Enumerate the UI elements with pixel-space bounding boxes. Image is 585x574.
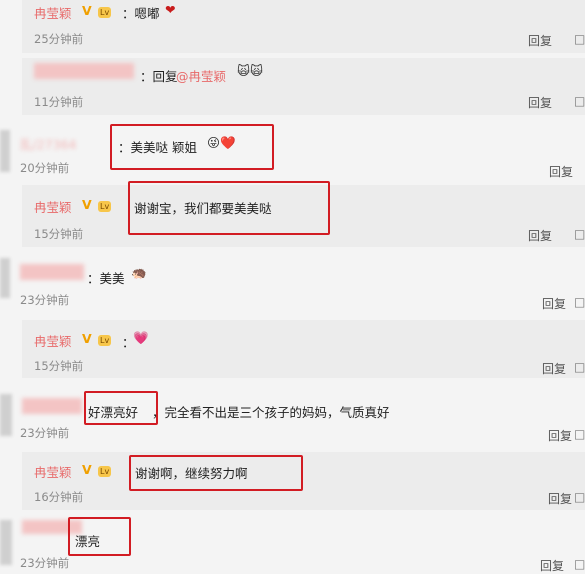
side-mark: □: [574, 295, 585, 309]
comment-time: 20分钟前: [20, 161, 70, 175]
comment-time: 25分钟前: [34, 32, 84, 46]
comment-text: ：嗯嘟: [122, 6, 160, 21]
verified-badge-icon: V: [82, 462, 92, 477]
heart-emoji-icon: 💗: [133, 330, 149, 345]
highlight-box: [129, 455, 303, 491]
avatar[interactable]: [0, 258, 10, 298]
comment-text: ：回复: [140, 69, 178, 84]
avatar[interactable]: [0, 130, 10, 172]
reply-button[interactable]: 回复: [542, 360, 566, 377]
verified-badge-icon: V: [82, 197, 92, 212]
comment-time: 15分钟前: [34, 359, 84, 373]
mention-link[interactable]: @冉莹颖: [176, 66, 226, 85]
comment-username[interactable]: 冉莹颖: [34, 3, 72, 22]
level-badge-icon: Lv: [98, 7, 112, 18]
highlight-box: [84, 391, 158, 425]
comment-username[interactable]: 冉莹颖: [34, 197, 72, 216]
comment-time: 15分钟前: [34, 227, 84, 241]
level-badge-icon: Lv: [98, 201, 112, 212]
side-mark: □: [574, 94, 585, 108]
side-mark: □: [574, 32, 585, 46]
reply-button[interactable]: 回复: [528, 227, 552, 244]
side-mark: □: [574, 427, 585, 441]
level-badge-icon: Lv: [98, 466, 112, 477]
reply-box: [22, 320, 585, 378]
comment-username[interactable]: 乱/27364: [20, 134, 76, 153]
reply-button[interactable]: 回复: [528, 94, 552, 111]
sticker-emoji-icon: 🦔: [131, 265, 147, 280]
avatar[interactable]: [0, 394, 12, 436]
comment-time: 23分钟前: [20, 556, 70, 570]
reply-box: [22, 452, 585, 510]
comment-username[interactable]: 冉莹颖: [34, 462, 72, 481]
side-mark: □: [574, 557, 585, 571]
side-mark: □: [574, 490, 585, 504]
side-mark: □: [574, 227, 585, 241]
highlight-box: [110, 124, 274, 170]
comment-username[interactable]: [34, 63, 134, 79]
reply-button[interactable]: 回复: [548, 427, 572, 444]
reply-button[interactable]: 回复: [540, 557, 564, 574]
comment-text: ，完全看不出是三个孩子的妈妈，气质真好: [152, 405, 390, 420]
verified-badge-icon: V: [82, 3, 92, 18]
scared-emoji-icon: 🙀🙀: [237, 63, 264, 78]
comment-text: ：美美: [87, 271, 125, 286]
comment-time: 23分钟前: [20, 426, 70, 440]
reply-button[interactable]: 回复: [542, 295, 566, 312]
comment-time: 11分钟前: [34, 95, 84, 109]
reply-button[interactable]: 回复: [528, 32, 552, 49]
verified-badge-icon: V: [82, 331, 92, 346]
avatar[interactable]: [0, 520, 12, 565]
comment-username[interactable]: [20, 264, 84, 280]
reply-button[interactable]: 回复: [549, 163, 573, 180]
comment-time: 16分钟前: [34, 490, 84, 504]
side-mark: □: [574, 360, 585, 374]
reply-button[interactable]: 回复: [548, 490, 572, 507]
comment-username[interactable]: [22, 398, 82, 414]
highlight-box: [128, 181, 330, 235]
flower-emoji-icon: ❤: [165, 2, 176, 17]
level-badge-icon: Lv: [98, 335, 112, 346]
highlight-box: [68, 517, 131, 556]
comment-username[interactable]: 冉莹颖: [34, 331, 72, 350]
comment-time: 23分钟前: [20, 293, 70, 307]
